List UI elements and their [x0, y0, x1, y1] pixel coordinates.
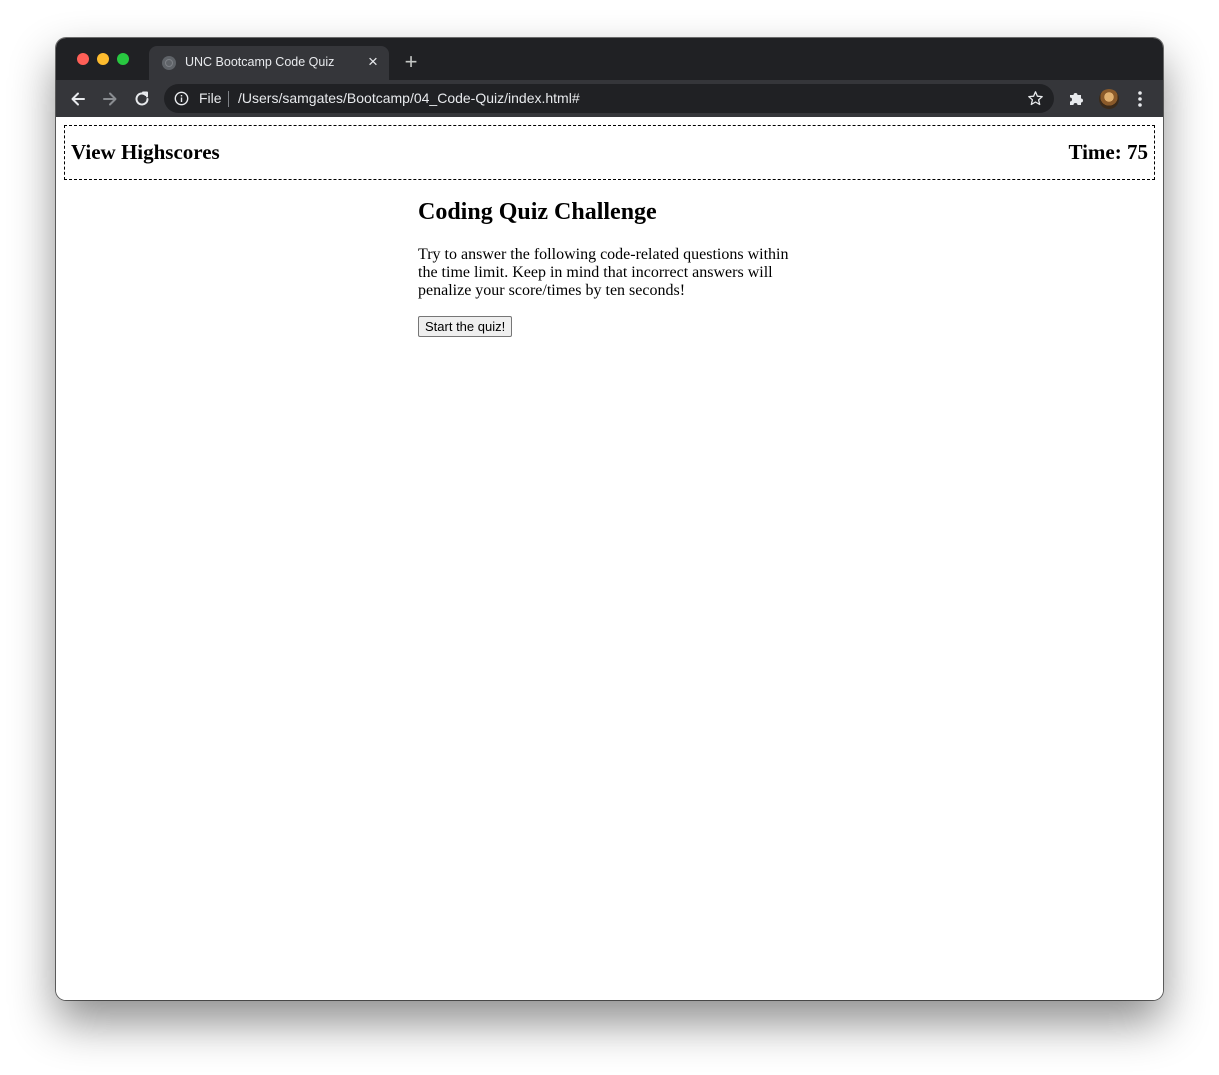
page-title: Coding Quiz Challenge [418, 199, 657, 225]
browser-tab[interactable]: UNC Bootcamp Code Quiz × [149, 46, 389, 80]
zoom-window-button[interactable] [117, 53, 129, 65]
minimize-window-button[interactable] [97, 53, 109, 65]
browser-toolbar: File /Users/samgates/Bootcamp/04_Code-Qu… [56, 80, 1163, 117]
forward-arrow-icon[interactable] [99, 88, 121, 110]
instructions-text: Try to answer the following code-related… [418, 246, 789, 299]
close-tab-icon[interactable]: × [363, 52, 383, 72]
new-tab-button[interactable]: + [400, 51, 422, 73]
quiz-intro: Coding Quiz Challenge Try to answer the … [418, 199, 798, 337]
url-scheme-label: File [199, 90, 222, 106]
info-icon[interactable] [174, 91, 189, 106]
timer-display: Time: 75 [1068, 140, 1148, 164]
view-highscores-link[interactable]: View Highscores [71, 140, 220, 165]
puzzle-icon[interactable] [1068, 90, 1085, 107]
url-text[interactable]: /Users/samgates/Bootcamp/04_Code-Quiz/in… [238, 90, 580, 106]
back-arrow-icon[interactable] [67, 88, 89, 110]
title-bar: UNC Bootcamp Code Quiz × + [56, 38, 1163, 80]
divider [228, 91, 229, 107]
profile-avatar[interactable] [1099, 89, 1119, 109]
kebab-menu-icon[interactable] [1134, 89, 1146, 109]
close-window-button[interactable] [77, 53, 89, 65]
page-content: View Highscores Time: 75 Coding Quiz Cha… [56, 117, 1163, 1000]
tab-title: UNC Bootcamp Code Quiz [185, 55, 335, 69]
star-icon[interactable] [1027, 90, 1044, 107]
quiz-header: View Highscores Time: 75 [64, 125, 1155, 180]
start-quiz-button[interactable]: Start the quiz! [418, 316, 513, 337]
globe-icon [162, 56, 176, 70]
browser-window: UNC Bootcamp Code Quiz × + File /Users/s… [56, 38, 1163, 1000]
address-bar[interactable]: File /Users/samgates/Bootcamp/04_Code-Qu… [164, 84, 1054, 113]
reload-icon[interactable] [131, 88, 153, 110]
